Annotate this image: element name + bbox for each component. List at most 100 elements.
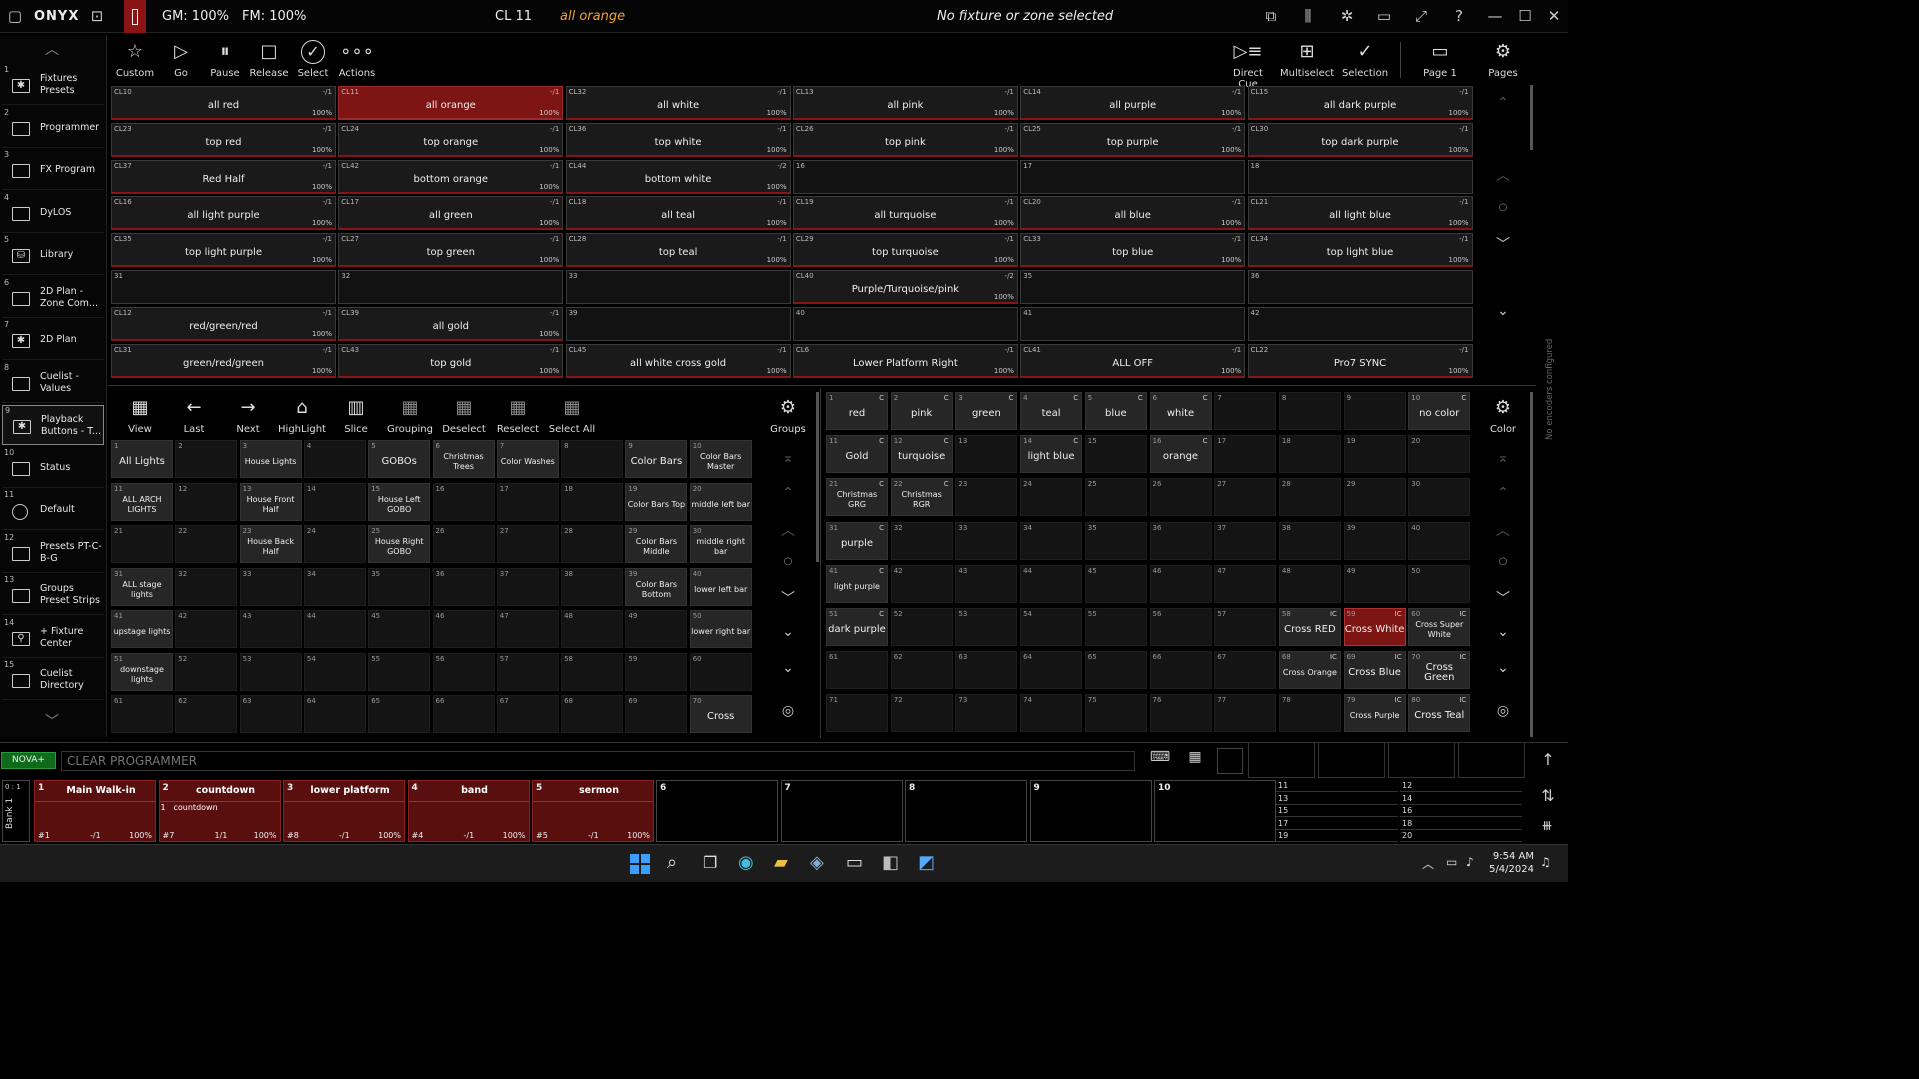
custom-button[interactable]: ☆ Custom bbox=[114, 36, 156, 84]
mini-playback-20[interactable]: 20 bbox=[1400, 830, 1522, 842]
double-down-icon[interactable]: ⌄ bbox=[1490, 624, 1516, 640]
color-preset-button[interactable]: 3 Cgreen bbox=[955, 392, 1018, 430]
sidebar-item-1[interactable]: 1 ✱ Fixtures Presets bbox=[2, 65, 104, 105]
cue-button[interactable]: CL41 -/1 ALL OFF 100% bbox=[1020, 343, 1246, 378]
color-slot-empty[interactable]: 43 bbox=[955, 564, 1018, 603]
group-button[interactable]: 1 All Lights bbox=[111, 440, 173, 478]
cue-button[interactable]: CL22 -/1 Pro7 SYNC 100% bbox=[1247, 343, 1473, 378]
page-button[interactable]: ▭ Page 1 bbox=[1416, 36, 1464, 84]
color-slot-empty[interactable]: 37 bbox=[1214, 521, 1277, 560]
color-slot-empty[interactable]: 74 bbox=[1020, 694, 1083, 733]
color-slot-empty[interactable]: 17 bbox=[1214, 435, 1277, 474]
color-preset-button[interactable]: 58 IC Cross RED bbox=[1278, 608, 1341, 646]
cue-slot-empty[interactable]: 39 bbox=[565, 306, 791, 341]
group-slot-empty[interactable]: 53 bbox=[239, 652, 302, 691]
sidebar-item-13[interactable]: 13 Groups Preset Strips bbox=[2, 575, 104, 615]
color-preset-button[interactable]: 10 Cno color bbox=[1408, 392, 1471, 430]
cue-button[interactable]: CL45 -/1 all white cross gold 100% bbox=[565, 343, 791, 378]
task-view-icon[interactable]: ❐ bbox=[703, 853, 717, 872]
groups-last-button[interactable]: ← Last bbox=[168, 392, 220, 440]
color-slot-empty[interactable]: 77 bbox=[1214, 694, 1277, 733]
group-slot-empty[interactable]: 67 bbox=[496, 695, 559, 733]
maximize-icon[interactable]: ☐ bbox=[1514, 0, 1536, 33]
color-preset-button[interactable]: 51 Cdark purple bbox=[826, 608, 888, 646]
group-slot-empty[interactable]: 22 bbox=[175, 525, 238, 563]
mini-playback-13[interactable]: 13 bbox=[1276, 793, 1398, 805]
group-slot-empty[interactable]: 8 bbox=[561, 440, 624, 478]
app-icon-1[interactable]: ◈ bbox=[810, 852, 824, 873]
group-button[interactable]: 41 upstage lights bbox=[111, 610, 173, 648]
color-slot-empty[interactable]: 15 bbox=[1084, 435, 1147, 474]
sidebar-item-11[interactable]: 11 Default bbox=[2, 490, 104, 530]
color-slot-empty[interactable]: 42 bbox=[890, 564, 953, 603]
cue-button[interactable]: CL6 -/1 Lower Platform Right 100% bbox=[792, 343, 1018, 378]
group-button[interactable]: 9 Color Bars bbox=[625, 440, 688, 478]
color-preset-button[interactable]: 68 IC Cross Orange bbox=[1278, 651, 1341, 690]
color-slot-empty[interactable]: 56 bbox=[1149, 608, 1212, 646]
sidebar-item-4[interactable]: 4 DyLOS bbox=[2, 193, 104, 233]
notification-bell-icon[interactable]: ♫ bbox=[1540, 855, 1551, 869]
group-button[interactable]: 19 Color Bars Top bbox=[625, 482, 688, 521]
bank-selector[interactable]: 0 : 1 Bank 1 bbox=[2, 780, 30, 842]
color-slot-empty[interactable]: 30 bbox=[1408, 478, 1471, 517]
color-slot-empty[interactable]: 65 bbox=[1084, 651, 1147, 690]
color-slot-empty[interactable]: 36 bbox=[1149, 521, 1212, 560]
color-preset-button[interactable]: 41 Clight purple bbox=[826, 564, 888, 603]
group-button[interactable]: 39 Color Bars Bottom bbox=[625, 567, 688, 606]
tray-chevron-icon[interactable]: ︿ bbox=[1422, 855, 1434, 872]
group-slot-empty[interactable]: 18 bbox=[561, 482, 624, 521]
color-slot-empty[interactable]: 34 bbox=[1020, 521, 1083, 560]
search-icon[interactable]: ⌕ bbox=[667, 852, 677, 873]
group-slot-empty[interactable]: 26 bbox=[432, 525, 495, 563]
group-button[interactable]: 51 downstage lights bbox=[111, 652, 173, 691]
color-slot-empty[interactable]: 19 bbox=[1343, 435, 1406, 474]
sidebar-item-2[interactable]: 2 Programmer bbox=[2, 108, 104, 148]
group-slot-empty[interactable]: 58 bbox=[561, 652, 624, 691]
cue-button[interactable]: CL42 -/1 bottom orange 100% bbox=[338, 159, 564, 194]
color-slot-empty[interactable]: 39 bbox=[1343, 521, 1406, 560]
group-slot-empty[interactable]: 57 bbox=[496, 652, 559, 691]
direct-cue-button[interactable]: ▷≡ Direct Cue bbox=[1222, 36, 1274, 90]
mini-playback-18[interactable]: 18 bbox=[1400, 818, 1522, 830]
bottom-icon[interactable]: ⌄ bbox=[775, 660, 801, 676]
group-slot-empty[interactable]: 28 bbox=[561, 525, 624, 563]
hide-icon[interactable]: ◎ bbox=[775, 703, 801, 719]
actions-button[interactable]: ∘∘∘ Actions bbox=[336, 36, 378, 84]
cue-button[interactable]: CL18 -/1 all teal 100% bbox=[565, 196, 791, 231]
chevron-up-icon[interactable]: ︿ bbox=[775, 520, 801, 540]
color-slot-empty[interactable]: 50 bbox=[1408, 564, 1471, 603]
group-button[interactable]: 20 middle left bar bbox=[689, 482, 752, 521]
color-slot-empty[interactable]: 67 bbox=[1214, 651, 1277, 690]
spare-slot-2[interactable] bbox=[1318, 742, 1385, 778]
arrow-up-icon[interactable]: ↑ bbox=[1538, 750, 1558, 772]
color-slot-empty[interactable]: 25 bbox=[1084, 478, 1147, 517]
group-slot-empty[interactable]: 48 bbox=[561, 610, 624, 648]
group-button[interactable]: 5 GOBOs bbox=[368, 440, 431, 478]
group-button[interactable]: 50 lower right bar bbox=[689, 610, 752, 648]
cue-button[interactable]: CL35 -/1 top light purple 100% bbox=[111, 233, 336, 268]
color-slot-empty[interactable]: 7 bbox=[1214, 392, 1277, 430]
color-slot-empty[interactable]: 29 bbox=[1343, 478, 1406, 517]
group-slot-empty[interactable]: 68 bbox=[561, 695, 624, 733]
group-button[interactable]: 6 Christmas Trees bbox=[432, 440, 495, 478]
color-slot-empty[interactable]: 73 bbox=[955, 694, 1018, 733]
groups-view-button[interactable]: ▦ View bbox=[114, 392, 166, 440]
color-preset-button[interactable]: 59 IC Cross White bbox=[1343, 608, 1406, 646]
playback-button-2[interactable]: 2 countdown 1 countdown #7 1/1 100% bbox=[158, 780, 281, 842]
minimize-icon[interactable]: — bbox=[1484, 0, 1506, 33]
color-slot-empty[interactable]: 71 bbox=[826, 694, 888, 733]
chevron-down-icon[interactable]: ﹀ bbox=[1490, 588, 1516, 608]
volume-icon[interactable]: ♪ bbox=[1466, 855, 1474, 869]
display-icon[interactable]: ▭ bbox=[1446, 855, 1457, 869]
color-slot-empty[interactable]: 66 bbox=[1149, 651, 1212, 690]
clock-time[interactable]: 9:54 AM bbox=[1492, 851, 1534, 862]
group-slot-empty[interactable]: 42 bbox=[175, 610, 238, 648]
window-icon[interactable]: ▢ bbox=[4, 0, 26, 33]
color-slot-empty[interactable]: 48 bbox=[1278, 564, 1341, 603]
color-slot-empty[interactable]: 57 bbox=[1214, 608, 1277, 646]
cue-slot-empty[interactable]: 31 bbox=[111, 270, 336, 304]
color-slot-empty[interactable]: 23 bbox=[955, 478, 1018, 517]
color-slot-empty[interactable]: 64 bbox=[1020, 651, 1083, 690]
groups-select-all-button[interactable]: ▦ Select All bbox=[546, 392, 598, 440]
color-preset-button[interactable]: 12 Cturquoise bbox=[890, 435, 953, 474]
